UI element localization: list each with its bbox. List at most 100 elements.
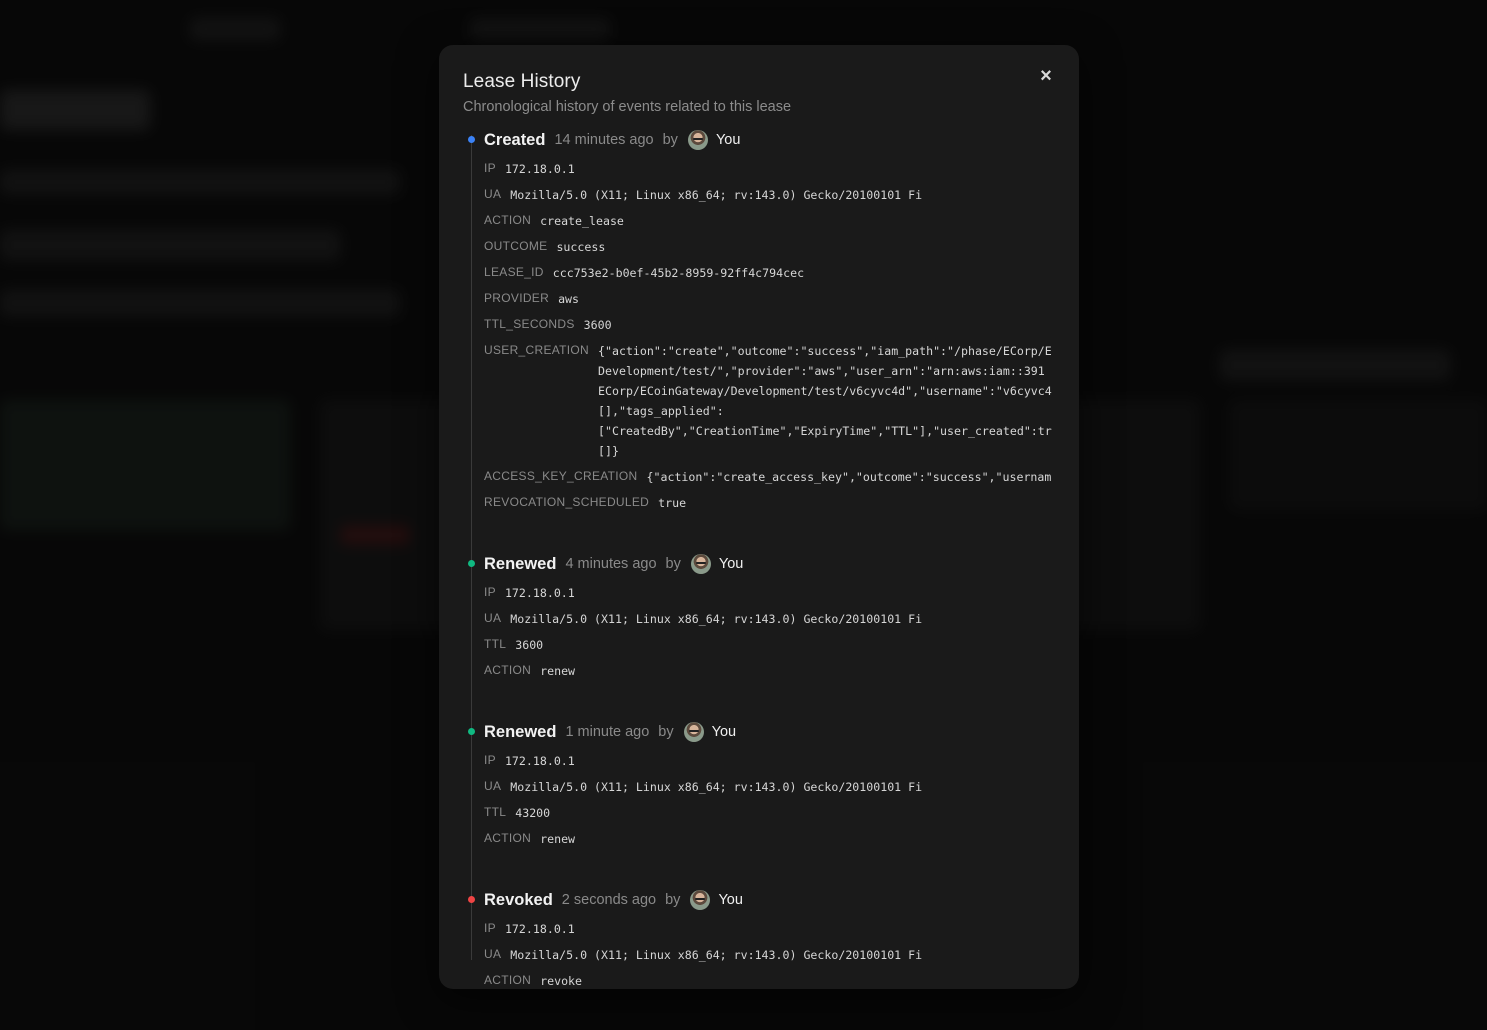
property-row: PROVIDER aws: [484, 289, 1055, 309]
property-row: UA Mozilla/5.0 (X11; Linux x86_64; rv:143…: [484, 777, 1055, 797]
event-header: Renewed 4 minutes ago by You: [484, 553, 1055, 575]
property-value: {"action":"create","outcome":"success","…: [598, 344, 1052, 458]
close-button[interactable]: ×: [1035, 65, 1057, 87]
property-row: USER_CREATION {"action":"create","outcome…: [484, 341, 1055, 461]
event-time: 2 seconds ago: [561, 892, 657, 908]
property-row: UA Mozilla/5.0 (X11; Linux x86_64; rv:143…: [484, 609, 1055, 629]
event-type: Renewed: [484, 554, 557, 573]
event-by-label: by: [658, 724, 674, 740]
modal-subtitle: Chronological history of events related …: [463, 99, 792, 115]
modal-title: Lease History: [463, 71, 581, 92]
property-key: ACTION: [484, 213, 532, 227]
event-timeline: Created 14 minutes ago by You IP 172.18.0.1 UA…: [468, 129, 1055, 989]
property-row: IP 172.18.0.1: [484, 159, 1055, 179]
property-row: ACTION revoke: [484, 971, 1055, 989]
event-properties: IP 172.18.0.1 UA Mozilla/5.0 (X11; Linux x8…: [484, 583, 1055, 681]
property-key: LEASE_ID: [484, 265, 544, 279]
event-by-label: by: [665, 892, 681, 908]
property-key: IP: [484, 585, 496, 599]
property-key: UA: [484, 947, 502, 961]
property-row: ACTION renew: [484, 661, 1055, 681]
property-key: OUTCOME: [484, 239, 548, 253]
property-value: 172.18.0.1: [504, 754, 575, 768]
event-dot-icon: [468, 728, 475, 735]
property-value: Mozilla/5.0 (X11; Linux x86_64; rv:143.0…: [510, 612, 924, 626]
property-value: 43200: [515, 806, 551, 820]
property-row: ACTION renew: [484, 829, 1055, 849]
property-key: UA: [484, 611, 502, 625]
event-time: 4 minutes ago: [565, 556, 657, 572]
timeline-event: Revoked 2 seconds ago by You IP 172.18.0.1 UA M…: [468, 889, 1055, 989]
event-user: You: [718, 892, 743, 908]
event-type: Created: [484, 130, 546, 149]
property-key: IP: [484, 753, 496, 767]
event-properties: IP 172.18.0.1 UA Mozilla/5.0 (X11; Linux x8…: [484, 751, 1055, 849]
property-row: TTL 43200: [484, 803, 1055, 823]
event-time: 14 minutes ago: [554, 132, 654, 148]
property-key: IP: [484, 161, 496, 175]
property-row: UA Mozilla/5.0 (X11; Linux x86_64; rv:143…: [484, 945, 1055, 965]
property-value: 3600: [515, 638, 544, 652]
property-key: TTL_SECONDS: [484, 317, 575, 331]
property-value: 172.18.0.1: [504, 162, 575, 176]
property-value: Mozilla/5.0 (X11; Linux x86_64; rv:143.0…: [510, 780, 924, 794]
event-properties: IP 172.18.0.1 UA Mozilla/5.0 (X11; Linux x8…: [484, 159, 1055, 513]
property-row: TTL_SECONDS 3600: [484, 315, 1055, 335]
property-row: IP 172.18.0.1: [484, 583, 1055, 603]
property-key: USER_CREATION: [484, 343, 590, 357]
property-value: true: [658, 496, 687, 510]
property-value: Mozilla/5.0 (X11; Linux x86_64; rv:143.0…: [510, 948, 924, 962]
property-key: UA: [484, 779, 502, 793]
user-avatar: [690, 890, 711, 910]
property-key: IP: [484, 921, 496, 935]
user-avatar: [683, 722, 704, 742]
timeline-event: Created 14 minutes ago by You IP 172.18.0.1 UA…: [468, 129, 1055, 513]
property-row: ACCESS_KEY_CREATION {"action":"create_acc…: [484, 467, 1055, 487]
property-value: ccc753e2-b0ef-45b2-8959-92ff4c794cec: [552, 266, 805, 280]
property-row: IP 172.18.0.1: [484, 751, 1055, 771]
property-key: TTL: [484, 637, 507, 651]
event-user: You: [711, 724, 737, 740]
property-key: PROVIDER: [484, 291, 550, 305]
property-value: 172.18.0.1: [504, 586, 575, 600]
property-value: create_lease: [540, 214, 624, 228]
property-value: {"action":"create_access_key","outcome":…: [646, 470, 1052, 484]
property-key: TTL: [484, 805, 507, 819]
property-key: ACTION: [484, 831, 532, 845]
property-value: success: [556, 240, 606, 254]
timeline-event: Renewed 4 minutes ago by You IP 172.18.0.1 UA M…: [468, 553, 1055, 681]
event-header: Created 14 minutes ago by You: [484, 129, 1055, 151]
user-avatar: [690, 554, 711, 574]
property-value: renew: [540, 832, 576, 846]
event-header: Renewed 1 minute ago by You: [484, 721, 1055, 743]
event-properties: IP 172.18.0.1 UA Mozilla/5.0 (X11; Linux x8…: [484, 919, 1055, 989]
property-row: TTL 3600: [484, 635, 1055, 655]
event-dot-icon: [468, 136, 475, 143]
event-user: You: [715, 132, 741, 148]
event-user: You: [718, 556, 744, 572]
property-value: renew: [540, 664, 576, 678]
property-row: LEASE_ID ccc753e2-b0ef-45b2-8959-92ff4c79…: [484, 263, 1055, 283]
event-header: Revoked 2 seconds ago by You: [484, 889, 1055, 911]
property-value: 172.18.0.1: [504, 922, 575, 936]
event-by-label: by: [662, 132, 678, 148]
event-by-label: by: [665, 556, 681, 572]
property-value: 3600: [583, 318, 612, 332]
event-time: 1 minute ago: [565, 724, 650, 740]
property-key: ACTION: [484, 663, 532, 677]
property-value: aws: [558, 292, 580, 306]
event-dot-icon: [468, 560, 475, 567]
lease-history-modal: Lease History Chronological history of e…: [439, 45, 1079, 989]
timeline-event: Renewed 1 minute ago by You IP 172.18.0.1 UA Mo…: [468, 721, 1055, 849]
event-dot-icon: [468, 896, 475, 903]
event-type: Renewed: [484, 722, 557, 741]
property-row: ACTION create_lease: [484, 211, 1055, 231]
property-value: Mozilla/5.0 (X11; Linux x86_64; rv:143.0…: [510, 188, 924, 202]
property-key: REVOCATION_SCHEDULED: [484, 495, 650, 509]
property-value: revoke: [540, 974, 583, 988]
property-row: OUTCOME success: [484, 237, 1055, 257]
property-row: REVOCATION_SCHEDULED true: [484, 493, 1055, 513]
property-key: ACCESS_KEY_CREATION: [484, 469, 638, 483]
property-row: IP 172.18.0.1: [484, 919, 1055, 939]
property-row: UA Mozilla/5.0 (X11; Linux x86_64; rv:143…: [484, 185, 1055, 205]
